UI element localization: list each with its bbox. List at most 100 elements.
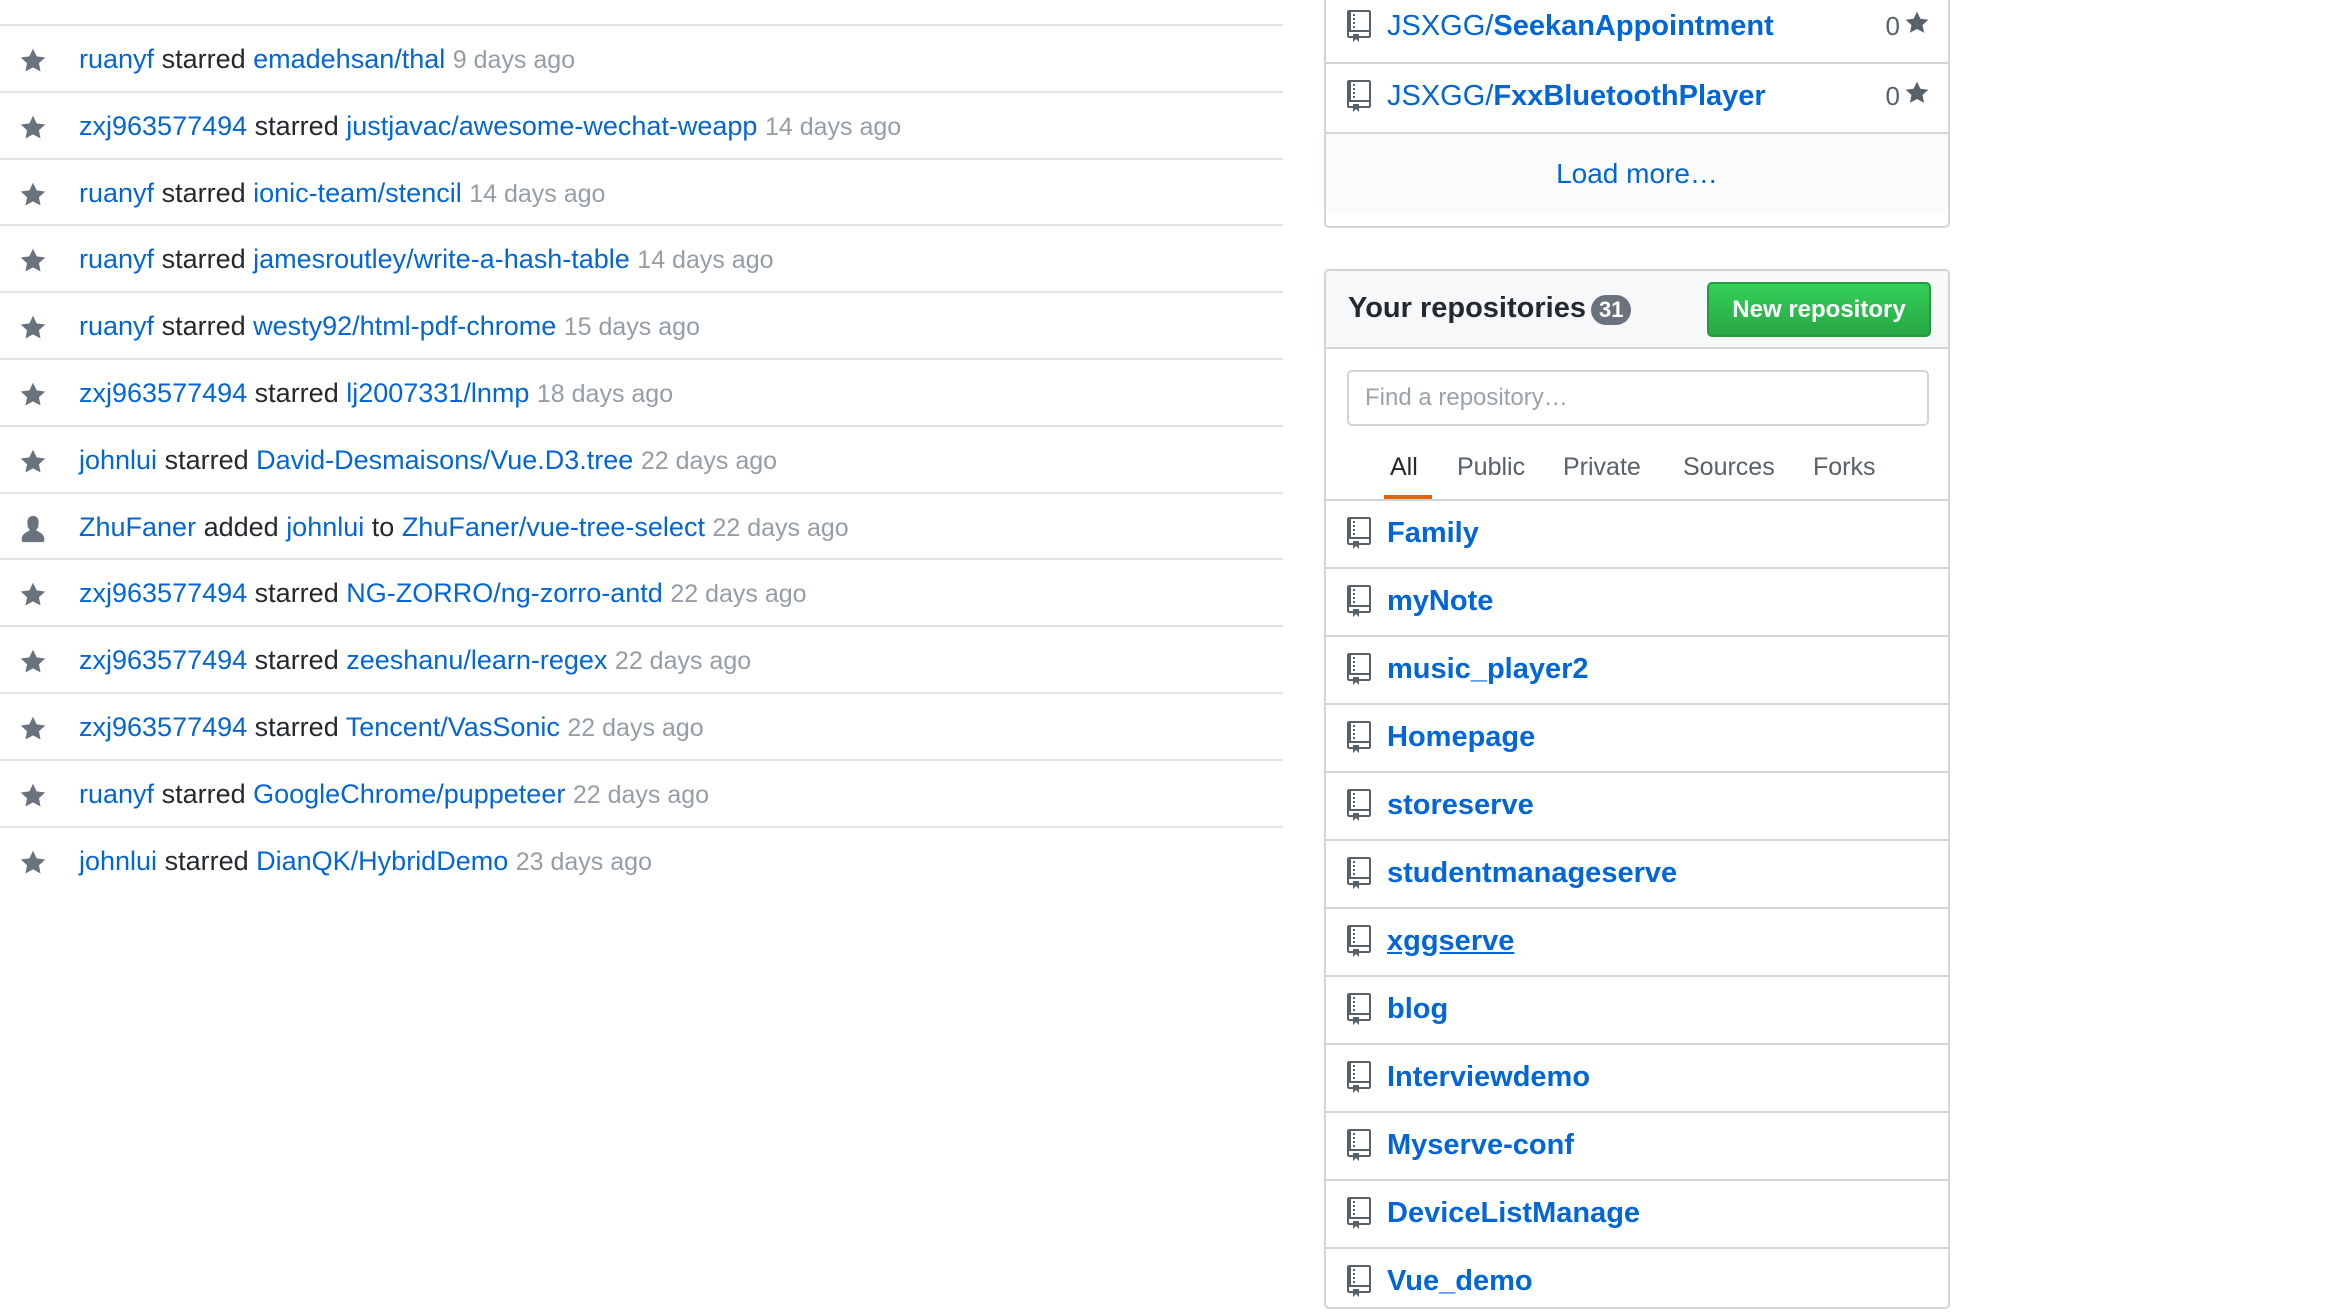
repo-link[interactable]: Myserve-conf: [1387, 1127, 1574, 1163]
tab-forks[interactable]: Forks: [1813, 453, 1876, 482]
repo-icon: [1347, 585, 1373, 619]
repo-row[interactable]: Homepage: [1326, 703, 1948, 771]
actor-link[interactable]: zxj963577494: [79, 111, 247, 141]
load-more-link[interactable]: Load more…: [1326, 132, 1948, 214]
actor-link[interactable]: ruanyf: [79, 779, 154, 809]
repo-link[interactable]: JSXGG/SeekanAppointment: [1387, 8, 1774, 44]
repo-link[interactable]: DianQK/HybridDemo: [256, 846, 508, 876]
new-repository-button[interactable]: New repository: [1707, 282, 1931, 337]
feed-item: ruanyf starred ionic-team/stencil 14 day…: [0, 157, 1283, 225]
actor-link[interactable]: johnlui: [79, 846, 157, 876]
feed-item: ruanyf starred GoogleChrome/puppeteer 22…: [0, 758, 1283, 826]
star-icon: [18, 447, 48, 477]
repo-row[interactable]: JSXGG/FxxBluetoothPlayer 0: [1326, 62, 1948, 130]
event-verb: starred: [254, 110, 339, 141]
tab-sources[interactable]: Sources: [1683, 453, 1775, 482]
repo-link[interactable]: Homepage: [1387, 719, 1535, 755]
event-verb: starred: [254, 645, 339, 676]
actor-link[interactable]: zxj963577494: [79, 645, 247, 675]
actor-link[interactable]: zxj963577494: [79, 578, 247, 608]
actor-link[interactable]: ruanyf: [79, 178, 154, 208]
star-icon: [18, 113, 48, 143]
repo-row[interactable]: storeserve: [1326, 771, 1948, 839]
actor-link[interactable]: ruanyf: [79, 244, 154, 274]
repo-link[interactable]: DeviceListManage: [1387, 1195, 1640, 1231]
repo-link[interactable]: Vue_demo: [1387, 1263, 1533, 1299]
find-repository-input[interactable]: [1347, 370, 1929, 426]
feed-item: ruanyf starred emadehsan/thal 9 days ago: [0, 24, 1283, 91]
actor-link[interactable]: zxj963577494: [79, 712, 247, 742]
repo-link[interactable]: ionic-team/stencil: [253, 178, 462, 208]
event-verb: starred: [164, 845, 249, 876]
repo-link[interactable]: myNote: [1387, 583, 1493, 619]
event-verb: added: [203, 511, 279, 542]
repo-link[interactable]: storeserve: [1387, 787, 1534, 823]
repo-row[interactable]: studentmanageserve: [1326, 839, 1948, 907]
actor-link[interactable]: zxj963577494: [79, 378, 247, 408]
event-verb: starred: [254, 378, 339, 408]
repo-icon: [1347, 10, 1373, 44]
repo-link[interactable]: lj2007331/lnmp: [346, 378, 529, 408]
event-time: 22 days ago: [712, 513, 849, 542]
feed-item: ZhuFaner added johnlui to ZhuFaner/vue-t…: [0, 491, 1283, 559]
repo-icon: [1347, 1197, 1373, 1231]
star-icon: [18, 313, 48, 343]
tab-all[interactable]: All: [1390, 453, 1418, 482]
repo-link[interactable]: xggserve: [1387, 923, 1514, 959]
repo-link[interactable]: zeeshanu/learn-regex: [346, 645, 607, 675]
tab-private[interactable]: Private: [1563, 453, 1641, 482]
repo-row[interactable]: myNote: [1326, 567, 1948, 635]
actor-link[interactable]: ruanyf: [79, 44, 154, 74]
repo-link[interactable]: blog: [1387, 991, 1448, 1027]
person-icon: [18, 514, 48, 544]
repo-link[interactable]: Interviewdemo: [1387, 1059, 1590, 1095]
repo-row[interactable]: xggserve: [1326, 907, 1948, 975]
star-icon: [18, 781, 48, 811]
repo-icon: [1347, 925, 1373, 959]
event-verb: starred: [161, 311, 246, 342]
star-icon: [18, 714, 48, 744]
event-verb: starred: [161, 778, 246, 809]
repo-row[interactable]: DeviceListManage: [1326, 1179, 1948, 1247]
repo-row[interactable]: JSXGG/SeekanAppointment 0: [1326, 0, 1948, 62]
repo-row[interactable]: blog: [1326, 975, 1948, 1043]
repo-link[interactable]: music_player2: [1387, 651, 1589, 687]
actor-link[interactable]: johnlui: [79, 445, 157, 475]
event-verb: starred: [161, 244, 246, 275]
repo-icon: [1347, 789, 1373, 823]
repo-link[interactable]: emadehsan/thal: [253, 44, 445, 74]
repo-link[interactable]: jamesroutley/write-a-hash-table: [253, 244, 630, 274]
event-verb: starred: [164, 444, 249, 475]
repo-row[interactable]: Interviewdemo: [1326, 1043, 1948, 1111]
event-preposition: to: [371, 511, 395, 542]
repo-icon: [1347, 1061, 1373, 1095]
repo-link[interactable]: Family: [1387, 515, 1479, 551]
member-link[interactable]: johnlui: [286, 512, 364, 542]
feed-item: zxj963577494 starred NG-ZORRO/ng-zorro-a…: [0, 558, 1283, 625]
actor-link[interactable]: ruanyf: [79, 311, 154, 341]
star-icon: [18, 246, 48, 276]
repo-link[interactable]: David-Desmaisons/Vue.D3.tree: [256, 445, 633, 475]
event-time: 9 days ago: [452, 46, 576, 74]
repo-link[interactable]: NG-ZORRO/ng-zorro-antd: [346, 578, 663, 608]
repo-link[interactable]: JSXGG/FxxBluetoothPlayer: [1387, 78, 1766, 114]
event-time: 23 days ago: [515, 847, 652, 876]
tab-public[interactable]: Public: [1457, 453, 1525, 482]
repo-link[interactable]: Tencent/VasSonic: [346, 712, 560, 742]
repo-row[interactable]: Vue_demo: [1326, 1247, 1948, 1315]
repo-row[interactable]: Family: [1326, 499, 1948, 567]
repo-link[interactable]: westy92/html-pdf-chrome: [253, 311, 556, 341]
repositories-header: Your repositories 31 New repository: [1326, 271, 1948, 349]
repo-row[interactable]: Myserve-conf: [1326, 1111, 1948, 1179]
repo-link[interactable]: studentmanageserve: [1387, 855, 1677, 891]
event-time: 22 days ago: [614, 647, 752, 676]
repositories-count-badge: 31: [1591, 295, 1632, 325]
repo-icon: [1347, 993, 1373, 1027]
repo-link[interactable]: ZhuFaner/vue-tree-select: [402, 512, 705, 542]
repo-suggestions-box: JSXGG/SeekanAppointment 0 JSXGG/FxxBluet…: [1324, 0, 1950, 228]
actor-link[interactable]: ZhuFaner: [79, 512, 196, 542]
repo-row[interactable]: music_player2: [1326, 635, 1948, 703]
repo-link[interactable]: GoogleChrome/puppeteer: [253, 779, 565, 809]
star-count: 0: [1886, 10, 1930, 43]
repo-link[interactable]: justjavac/awesome-wechat-weapp: [346, 111, 757, 141]
